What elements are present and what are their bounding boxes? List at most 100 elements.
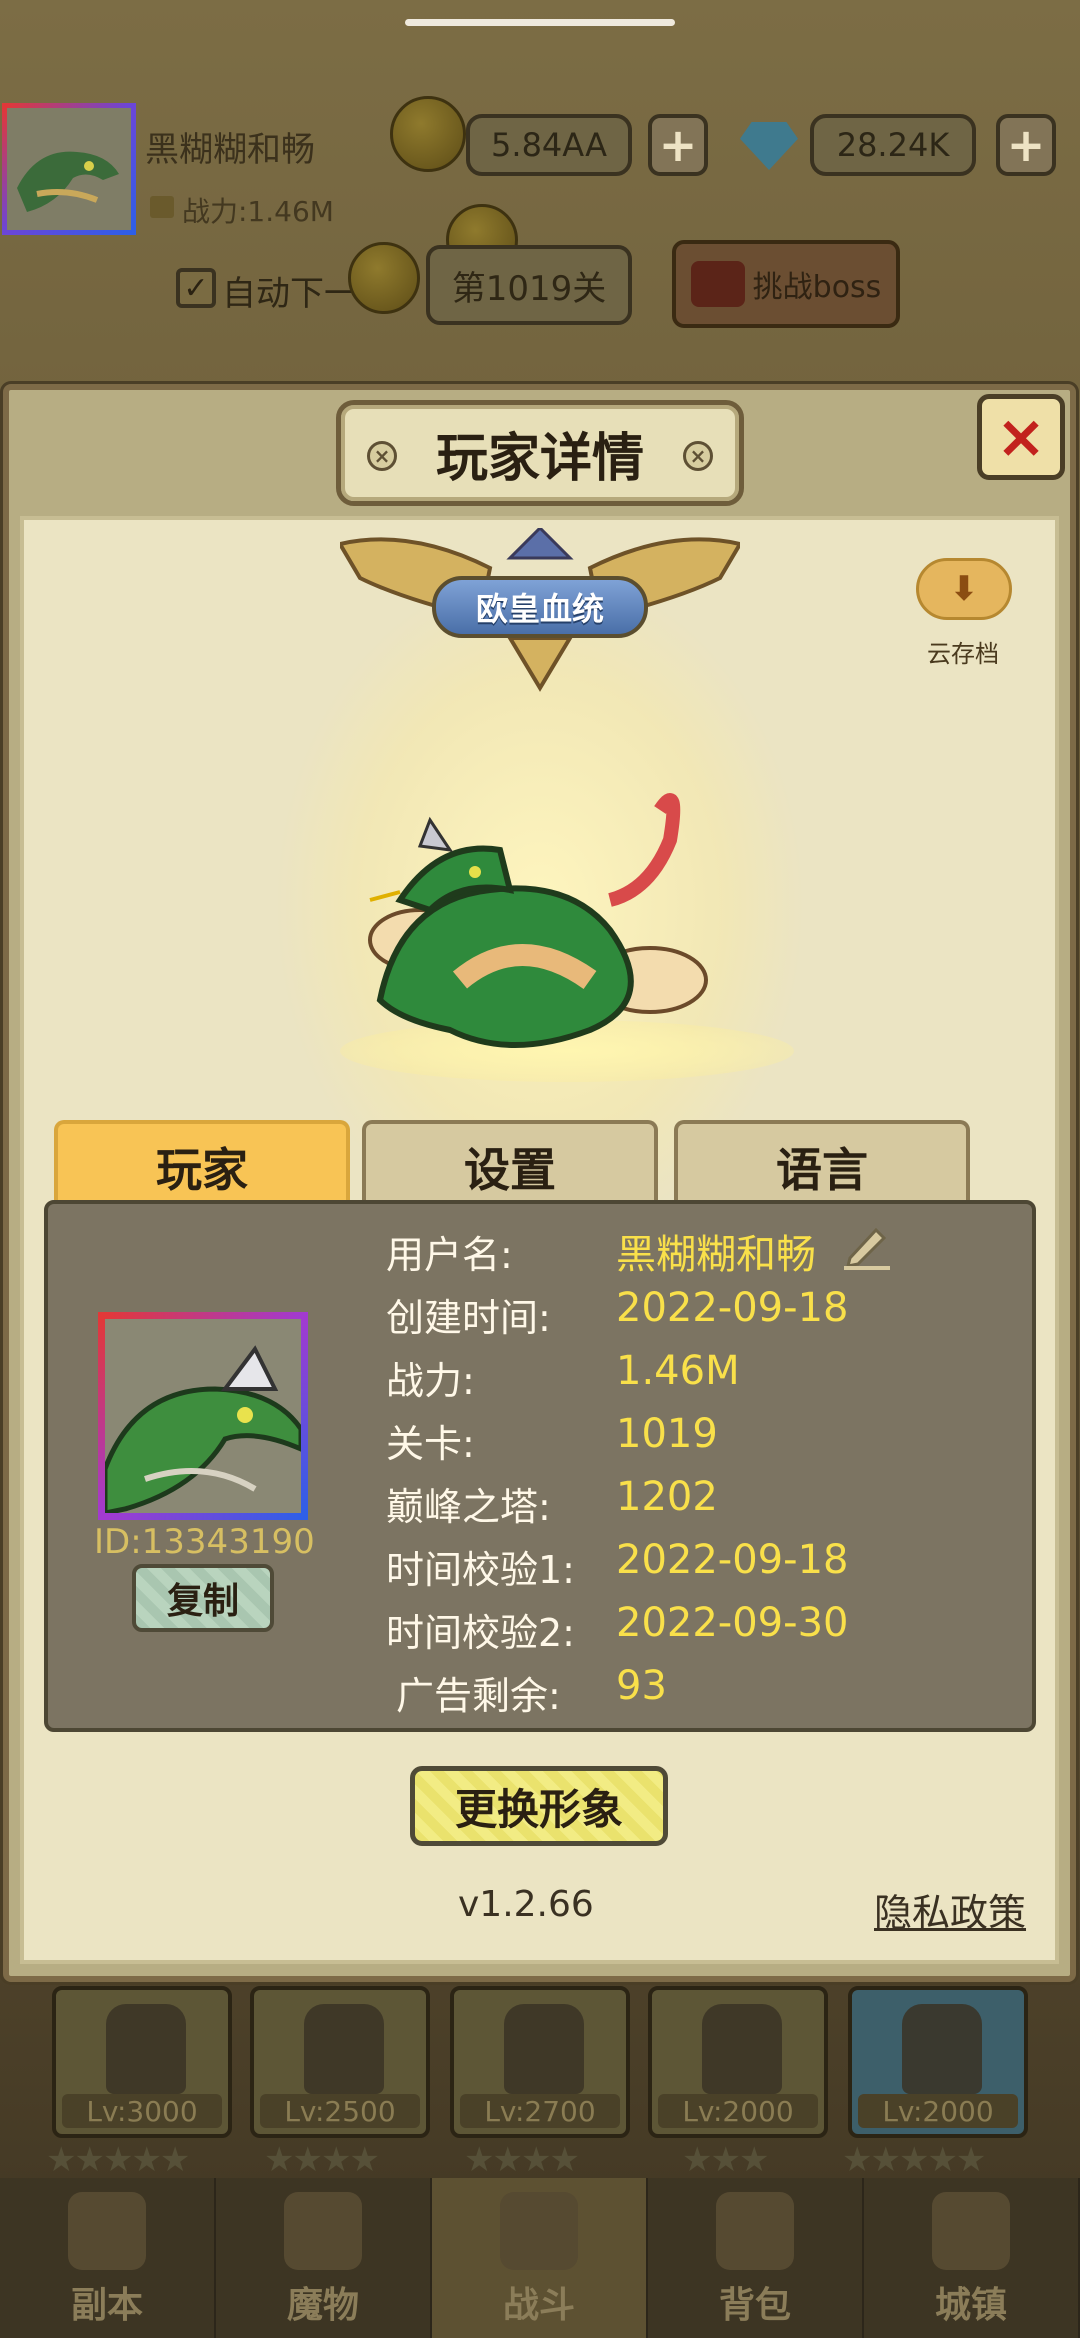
nav-label: 战斗 — [502, 2285, 575, 2326]
player-id: ID:13343190 — [94, 1522, 315, 1562]
info-value-timecheck2: 2022-09-30 — [616, 1600, 849, 1646]
power-top: 战力:1.46M — [182, 195, 334, 228]
info-value-power: 1.46M — [616, 1348, 740, 1394]
cloud-save-label: 云存档 — [927, 640, 999, 668]
player-avatar — [98, 1312, 308, 1520]
challenge-boss-label: 挑战boss — [752, 270, 882, 305]
gem-icon — [740, 122, 798, 170]
gold-amount: 5.84AA — [466, 114, 632, 176]
info-value-stage: 1019 — [616, 1411, 718, 1457]
modal-title: 玩家详情 — [435, 428, 644, 489]
cloud-save-button[interactable]: ⬇ — [912, 554, 1014, 634]
hero-card[interactable]: Lv:3000 — [52, 1986, 232, 2138]
bottom-nav: 副本 魔物 战斗 背包 城镇 — [0, 2178, 1080, 2338]
dragon-avatar-icon — [7, 108, 131, 230]
challenge-boss-button[interactable]: 挑战boss — [672, 240, 900, 328]
tab-language[interactable]: 语言 — [674, 1120, 970, 1210]
coin-icon — [348, 242, 420, 314]
nav-town[interactable]: 城镇 — [864, 2178, 1080, 2338]
hero-stars: ★★★★ — [464, 2140, 580, 2180]
nav-label: 魔物 — [286, 2285, 359, 2326]
town-icon — [932, 2192, 1010, 2270]
change-avatar-button[interactable]: 更换形象 — [410, 1766, 668, 1846]
hero-figure — [702, 2004, 782, 2094]
hero-card[interactable]: Lv:2000 — [848, 1986, 1028, 2138]
tab-label: 语言 — [776, 1143, 868, 1197]
monster-icon — [284, 2192, 362, 2270]
hero-level: Lv:2700 — [460, 2094, 620, 2128]
add-gem-button[interactable]: + — [996, 114, 1056, 176]
nav-label: 城镇 — [934, 2285, 1007, 2326]
nav-dungeon[interactable]: 副本 — [0, 2178, 216, 2338]
player-name-top: 黑糊糊和畅 — [145, 130, 315, 170]
info-label-username: 用户名: — [386, 1233, 513, 1277]
info-label-stage: 关卡: — [386, 1422, 475, 1466]
gold-coin-icon — [390, 96, 466, 172]
close-icon: × — [995, 402, 1047, 472]
hero-figure — [106, 2004, 186, 2094]
version-text: v1.2.66 — [458, 1884, 594, 1925]
hero-level: Lv:2000 — [858, 2094, 1018, 2128]
gem-amount: 28.24K — [810, 114, 976, 176]
hero-level: Lv:3000 — [62, 2094, 222, 2128]
hero-level: Lv:2500 — [260, 2094, 420, 2128]
info-value-timecheck1: 2022-09-18 — [616, 1537, 849, 1583]
bolt-icon: × — [367, 441, 397, 471]
swords-icon — [500, 2192, 578, 2270]
map-icon — [68, 2192, 146, 2270]
hero-card[interactable]: Lv:2000 — [648, 1986, 828, 2138]
info-label-ads-remaining: 广告剩余: — [396, 1674, 561, 1718]
hero-stars: ★★★ — [682, 2140, 769, 2180]
privacy-policy-link[interactable]: 隐私政策 — [874, 1882, 1026, 1937]
bolt-icon: × — [683, 441, 713, 471]
hero-level: Lv:2000 — [658, 2094, 818, 2128]
nav-label: 背包 — [718, 2285, 791, 2326]
tab-label: 玩家 — [156, 1143, 248, 1197]
info-value-tower: 1202 — [616, 1474, 718, 1520]
hero-figure — [902, 2004, 982, 2094]
dragon-avatar-icon — [105, 1319, 301, 1513]
auto-next-label: 自动下一 — [222, 274, 358, 314]
info-label-timecheck2: 时间校验2: — [386, 1611, 575, 1655]
nav-label: 副本 — [70, 2285, 143, 2326]
hero-figure — [504, 2004, 584, 2094]
tab-player[interactable]: 玩家 — [54, 1120, 350, 1210]
auto-next-checkbox[interactable]: ✓ — [176, 268, 216, 308]
hero-card[interactable]: Lv:2700 — [450, 1986, 630, 2138]
info-value-created: 2022-09-18 — [616, 1285, 849, 1331]
hero-stars: ★★★★★ — [46, 2140, 190, 2180]
info-value-ads-remaining: 93 — [616, 1663, 667, 1709]
hero-card[interactable]: Lv:2500 — [250, 1986, 430, 2138]
copy-label: 复制 — [166, 1581, 239, 1622]
tab-label: 设置 — [464, 1143, 556, 1197]
modal-title-plate: × 玩家详情 × — [336, 400, 744, 506]
hero-stars: ★★★★ — [264, 2140, 380, 2180]
power-icon — [150, 196, 174, 218]
backpack-icon — [716, 2192, 794, 2270]
stage-indicator: 第1019关 — [426, 245, 632, 325]
info-label-timecheck1: 时间校验1: — [386, 1548, 575, 1592]
info-value-username: 黑糊糊和畅 — [616, 1232, 816, 1278]
nav-backpack[interactable]: 背包 — [648, 2178, 864, 2338]
info-label-tower: 巅峰之塔: — [386, 1485, 551, 1529]
home-indicator — [405, 19, 675, 26]
edit-pencil-icon[interactable] — [842, 1222, 892, 1270]
close-button[interactable]: × — [977, 394, 1065, 480]
add-gold-button[interactable]: + — [648, 114, 708, 176]
info-label-created: 创建时间: — [386, 1296, 551, 1340]
dragon-character-image — [368, 793, 708, 1048]
nav-battle[interactable]: 战斗 — [432, 2178, 648, 2338]
badge-plate: 欧皇血统 — [432, 576, 648, 638]
tab-settings[interactable]: 设置 — [362, 1120, 658, 1210]
badge-label: 欧皇血统 — [475, 590, 604, 628]
nav-monster[interactable]: 魔物 — [216, 2178, 432, 2338]
boss-skull-icon — [690, 261, 745, 307]
title-badge: 欧皇血统 — [340, 528, 740, 693]
hero-figure — [304, 2004, 384, 2094]
player-avatar-top[interactable] — [2, 103, 136, 235]
hero-stars: ★★★★★ — [842, 2140, 986, 2180]
change-avatar-label: 更换形象 — [454, 1784, 623, 1834]
info-label-power: 战力: — [386, 1359, 475, 1403]
cloud-download-icon: ⬇ — [916, 558, 1012, 620]
copy-id-button[interactable]: 复制 — [132, 1564, 274, 1632]
